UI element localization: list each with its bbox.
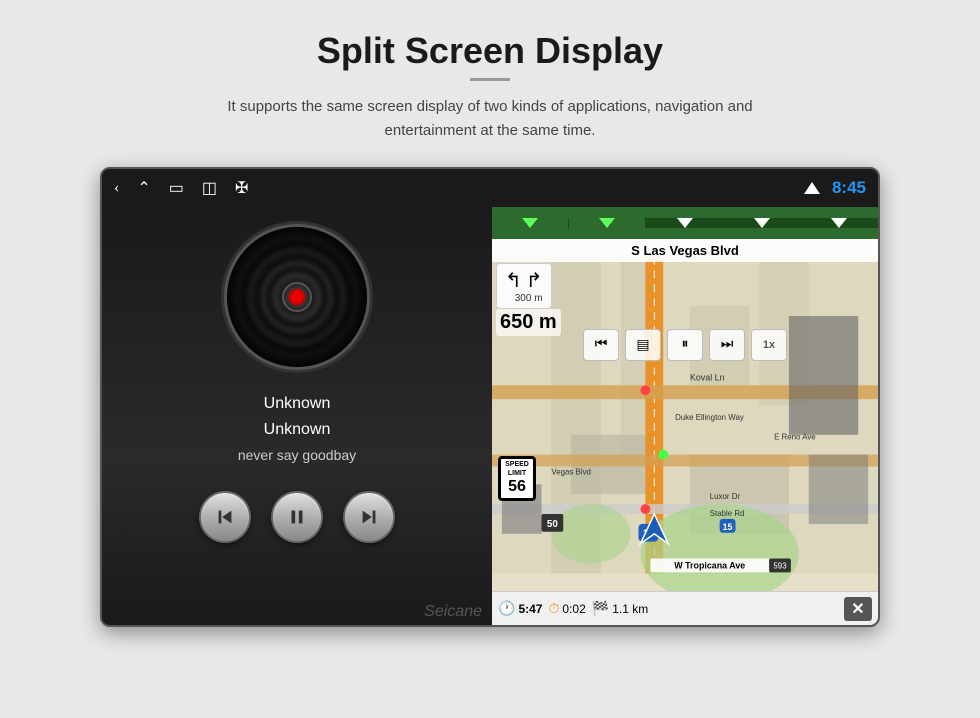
arrow-seg-1 [492, 218, 569, 228]
arrow-down-1 [522, 218, 538, 228]
svg-text:50: 50 [547, 519, 558, 530]
notification-icon [804, 182, 820, 194]
svg-text:Duke Ellington Way: Duke Ellington Way [675, 413, 744, 422]
image-icon[interactable]: ◫ [202, 178, 217, 198]
nav-bottom-bar: 🕐 5:47 ⏱ 0:02 🏁 1.1 km ✕ [492, 591, 878, 625]
arrow-down-5 [831, 218, 847, 228]
next-button[interactable] [343, 491, 395, 543]
nav-speed-btn[interactable]: 1x [751, 329, 787, 361]
prev-button[interactable] [199, 491, 251, 543]
elapsed-time: 0:02 [562, 602, 585, 616]
svg-text:W Tropicana Ave: W Tropicana Ave [674, 560, 745, 570]
page-title: Split Screen Display [317, 30, 663, 72]
watermark: Seicane [424, 603, 482, 621]
speed-limit-label: SPEEDLIMIT [503, 461, 531, 478]
usb-icon[interactable]: ✠ [235, 178, 248, 198]
arrow-seg-2 [569, 218, 646, 228]
svg-text:593: 593 [773, 561, 787, 570]
turn-arrows: ↱ ↱ [505, 268, 543, 293]
clock-icon: 🕐 [498, 600, 515, 617]
street-name: S Las Vegas Blvd [492, 239, 878, 262]
status-bar: ‹ ⌃ ▭ ◫ ✠ 8:45 [102, 169, 878, 207]
distance-label: 650 m [496, 309, 561, 336]
distance-icon: 🏁 [592, 600, 609, 617]
split-area: Unknown Unknown never say goodbay [102, 207, 878, 625]
time-display: 8:45 [832, 178, 866, 198]
arrow-down-3 [677, 218, 693, 228]
nav-list-btn[interactable]: ▤ [625, 329, 661, 361]
pause-icon [286, 506, 308, 528]
status-right: 8:45 [804, 178, 866, 198]
track-artist: Unknown [264, 421, 331, 439]
vinyl-record [227, 227, 367, 367]
turn-right-arrow: ↱ [526, 268, 543, 293]
timer-icon: ⏱ [548, 600, 559, 617]
nav-arrows-bar [492, 207, 878, 239]
turn-distance: 300 m [515, 293, 543, 304]
arrow-seg-4 [724, 218, 801, 228]
arrow-down-2 [599, 218, 615, 228]
nav-pause-btn[interactable]: ⏸ [667, 329, 703, 361]
eta-time: 5:47 [518, 602, 542, 616]
turn-box: ↱ ↱ 300 m [496, 263, 552, 309]
nav-panel: 15 Koval Ln Duke Ellington Way Vegas Blv… [492, 207, 878, 625]
device-frame: ‹ ⌃ ▭ ◫ ✠ 8:45 Unknown Unknown never say… [100, 167, 880, 627]
turn-left-arrow: ↱ [505, 268, 522, 293]
home-icon[interactable]: ⌃ [137, 178, 150, 198]
eta-item: 🕐 5:47 [498, 600, 542, 617]
speed-limit-value: 56 [503, 478, 531, 496]
arrow-seg-3 [646, 218, 723, 228]
elapsed-item: ⏱ 0:02 [548, 600, 585, 617]
next-icon [358, 506, 380, 528]
vinyl-center [282, 282, 312, 312]
title-divider [470, 78, 510, 81]
distance-item: 🏁 1.1 km [592, 600, 648, 617]
arrow-seg-5 [801, 218, 878, 228]
distance-value: 1.1 km [612, 602, 648, 616]
map-area: 15 Koval Ln Duke Ellington Way Vegas Blv… [492, 239, 878, 591]
close-nav-button[interactable]: ✕ [844, 597, 872, 621]
music-controls [199, 491, 395, 543]
page-subtitle: It supports the same screen display of t… [210, 95, 770, 143]
speed-limit-sign: SPEEDLIMIT 56 [498, 456, 536, 501]
pause-button[interactable] [271, 491, 323, 543]
svg-text:Koval Ln: Koval Ln [690, 372, 725, 382]
window-icon[interactable]: ▭ [169, 178, 184, 198]
nav-next-btn[interactable]: ⏭ [709, 329, 745, 361]
nav-icons: ‹ ⌃ ▭ ◫ ✠ [114, 178, 248, 198]
svg-text:15: 15 [723, 522, 733, 532]
svg-text:Vegas Blvd: Vegas Blvd [551, 467, 591, 476]
svg-text:Luxor Dr: Luxor Dr [710, 492, 741, 501]
arrow-down-4 [754, 218, 770, 228]
track-song: never say goodbay [238, 447, 356, 463]
track-title: Unknown [264, 395, 331, 413]
back-icon[interactable]: ‹ [114, 179, 119, 197]
svg-text:Stable Rd: Stable Rd [710, 509, 745, 518]
music-panel: Unknown Unknown never say goodbay [102, 207, 492, 625]
prev-icon [214, 506, 236, 528]
nav-media-bar: ⏮ ▤ ⏸ ⏭ 1x [583, 329, 787, 361]
nav-prev-btn[interactable]: ⏮ [583, 329, 619, 361]
